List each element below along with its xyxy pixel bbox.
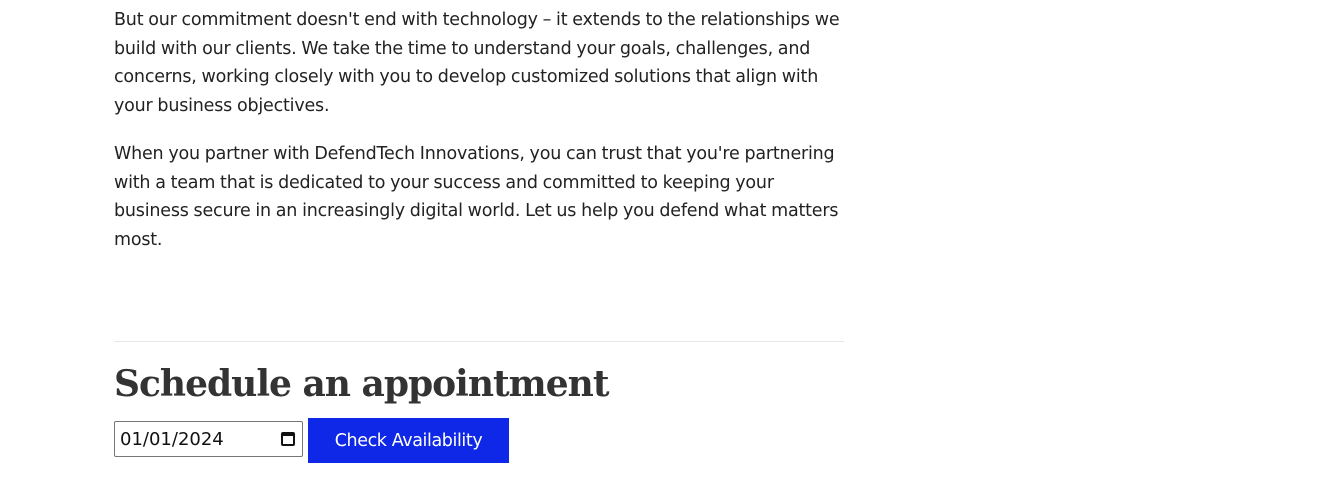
commitment-paragraph: But our commitment doesn't end with tech… [114, 10, 840, 117]
section-divider [114, 341, 844, 342]
partner-paragraph: When you partner with DefendTech Innovat… [114, 143, 839, 250]
check-availability-button[interactable]: Check Availability [308, 418, 509, 463]
calendar-icon[interactable] [281, 432, 295, 446]
date-value[interactable]: 01/01/2024 [120, 429, 281, 450]
appointment-heading: Schedule an appointment [114, 363, 609, 405]
main-content: But our commitment doesn't end with tech… [114, 6, 844, 274]
appointment-date-input[interactable]: 01/01/2024 [114, 421, 303, 457]
